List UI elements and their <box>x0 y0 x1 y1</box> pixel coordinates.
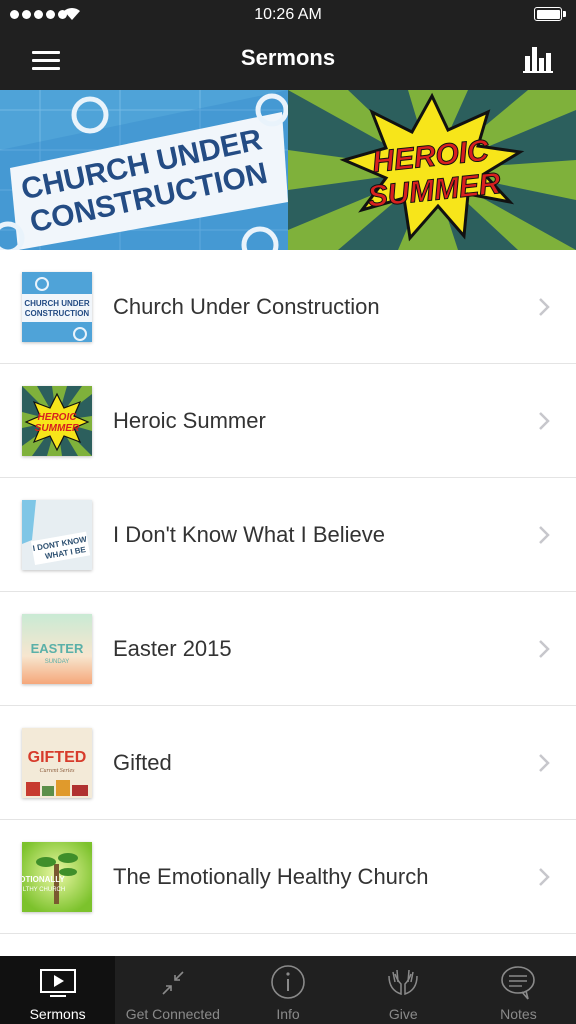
chevron-right-icon <box>539 868 550 886</box>
sermon-thumbnail: HEROIC SUMMER <box>22 386 92 456</box>
tab-bar: Sermons Get Connected Info Give Notes <box>0 956 576 1024</box>
tab-get-connected[interactable]: Get Connected <box>115 956 230 1024</box>
top-bar: 10:26 AM Sermons <box>0 0 576 90</box>
speech-bubble-icon <box>501 966 536 1000</box>
play-screen-icon <box>39 969 76 997</box>
sermon-row-heroic-summer[interactable]: HEROIC SUMMER Heroic Summer <box>0 364 576 478</box>
svg-text:EASTER: EASTER <box>31 641 84 656</box>
svg-text:GIFTED: GIFTED <box>28 749 87 766</box>
tab-label: Info <box>276 1006 300 1022</box>
sermon-row-church-under-construction[interactable]: CHURCH UNDER CONSTRUCTION Church Under C… <box>0 250 576 364</box>
tab-label: Get Connected <box>125 1006 220 1022</box>
arrows-in-icon <box>162 971 184 995</box>
tab-give[interactable]: Give <box>346 956 461 1024</box>
church-under-construction-artwork: CHURCH UNDER CONSTRUCTION <box>0 90 288 250</box>
sermon-title: I Don't Know What I Believe <box>113 522 385 547</box>
chevron-right-icon <box>539 754 550 772</box>
status-time: 10:26 AM <box>254 6 322 23</box>
tab-label: Notes <box>500 1006 537 1022</box>
featured-banner: CHURCH UNDER CONSTRUCTION HEROIC SUMMER <box>0 90 576 250</box>
svg-text:SUMMER: SUMMER <box>35 423 80 434</box>
navigation-bar: Sermons <box>0 30 576 90</box>
chevron-right-icon <box>539 412 550 430</box>
svg-text:HEROIC: HEROIC <box>38 412 78 423</box>
info-icon <box>271 965 305 999</box>
sermon-title: The Emotionally Healthy Church <box>113 864 429 889</box>
bar-chart-icon[interactable] <box>522 44 556 74</box>
chevron-right-icon <box>539 298 550 316</box>
sermon-list: CHURCH UNDER CONSTRUCTION Church Under C… <box>0 250 576 1024</box>
sermon-row-emotionally-healthy-church[interactable]: OTIONALLY LTHY CHURCH The Emotionally He… <box>0 820 576 934</box>
svg-text:LTHY CHURCH: LTHY CHURCH <box>23 887 65 893</box>
sermon-thumbnail: I DONT KNOW WHAT I BE <box>22 500 92 570</box>
banner-church-under-construction[interactable]: CHURCH UNDER CONSTRUCTION <box>0 90 288 250</box>
sermon-row-easter-2015[interactable]: EASTER SUNDAY Easter 2015 <box>0 592 576 706</box>
chevron-right-icon <box>539 640 550 658</box>
svg-text:CHURCH UNDER: CHURCH UNDER <box>24 299 90 308</box>
status-bar: 10:26 AM <box>0 0 576 30</box>
tab-info[interactable]: Info <box>230 956 345 1024</box>
sermon-title: Gifted <box>113 750 172 775</box>
sermon-row-i-dont-know-what-i-believe[interactable]: I DONT KNOW WHAT I BE I Don't Know What … <box>0 478 576 592</box>
sermon-thumbnail: GIFTED Current Series <box>22 728 92 798</box>
svg-text:CONSTRUCTION: CONSTRUCTION <box>25 309 90 318</box>
chevron-right-icon <box>539 526 550 544</box>
hands-icon <box>388 969 418 996</box>
tab-notes[interactable]: Notes <box>461 956 576 1024</box>
heroic-summer-artwork: HEROIC SUMMER <box>288 90 576 250</box>
svg-text:OTIONALLY: OTIONALLY <box>22 875 65 884</box>
sermon-title: Heroic Summer <box>113 408 266 433</box>
battery-icon <box>534 7 566 21</box>
sermon-thumbnail: CHURCH UNDER CONSTRUCTION <box>22 272 92 342</box>
tab-label: Sermons <box>29 1006 86 1022</box>
svg-text:SUNDAY: SUNDAY <box>45 659 70 665</box>
tab-label: Give <box>388 1006 418 1022</box>
sermon-thumbnail: EASTER SUNDAY <box>22 614 92 684</box>
tab-sermons[interactable]: Sermons <box>0 956 116 1024</box>
sermon-row-gifted[interactable]: GIFTED Current Series Gifted <box>0 706 576 820</box>
svg-text:Current Series: Current Series <box>40 768 76 774</box>
sermon-title: Church Under Construction <box>113 294 380 319</box>
banner-heroic-summer[interactable]: HEROIC SUMMER <box>288 90 576 250</box>
sermon-title: Easter 2015 <box>113 636 232 661</box>
page-title: Sermons <box>240 45 336 70</box>
sermon-thumbnail: OTIONALLY LTHY CHURCH <box>22 842 92 912</box>
